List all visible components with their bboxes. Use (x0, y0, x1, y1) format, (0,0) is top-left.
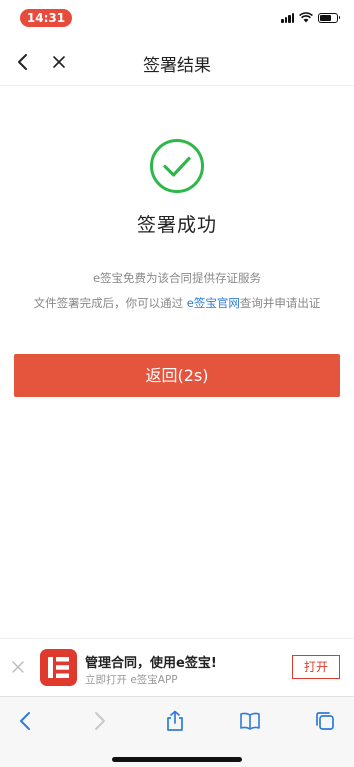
status-icons (281, 12, 340, 23)
share-icon[interactable] (163, 709, 187, 733)
home-indicator (112, 757, 242, 762)
check-circle-icon (150, 139, 204, 193)
page-title: 签署结果 (143, 56, 211, 76)
status-bar: 14:31 (0, 0, 354, 36)
back-arrow-icon[interactable] (14, 709, 38, 733)
info-line-1: e签宝免费为该合同提供存证服务 (92, 271, 262, 285)
forward-arrow-icon[interactable] (87, 709, 111, 733)
status-time: 14:31 (20, 9, 72, 27)
success-title: 签署成功 (136, 214, 217, 236)
e-logo-icon (48, 657, 69, 678)
app-banner: 管理合同，使用e签宝! 立即打开 e签宝APP 打开 (0, 638, 354, 696)
info-line-2-prefix: 文件签署完成后，你可以通过 (33, 296, 184, 310)
app-logo (40, 649, 77, 686)
nav-bar: 签署结果 (0, 38, 354, 86)
open-app-button[interactable]: 打开 (292, 655, 340, 679)
info-line-2: 文件签署完成后，你可以通过 e签宝官网查询并申请出证 (0, 295, 354, 311)
info-line-2-suffix: 查询并申请出证 (239, 296, 321, 310)
banner-title: 管理合同，使用e签宝! (85, 656, 217, 671)
tabs-icon[interactable] (313, 709, 337, 733)
battery-icon (318, 12, 340, 23)
signal-icon (281, 12, 294, 23)
return-button[interactable]: 返回(2s) (14, 354, 340, 397)
banner-subtitle: 立即打开 e签宝APP (85, 674, 178, 686)
bookmarks-icon[interactable] (238, 709, 262, 733)
wifi-icon (299, 12, 313, 23)
close-icon[interactable] (10, 659, 26, 675)
official-site-link[interactable]: e签宝官网 (187, 296, 240, 310)
